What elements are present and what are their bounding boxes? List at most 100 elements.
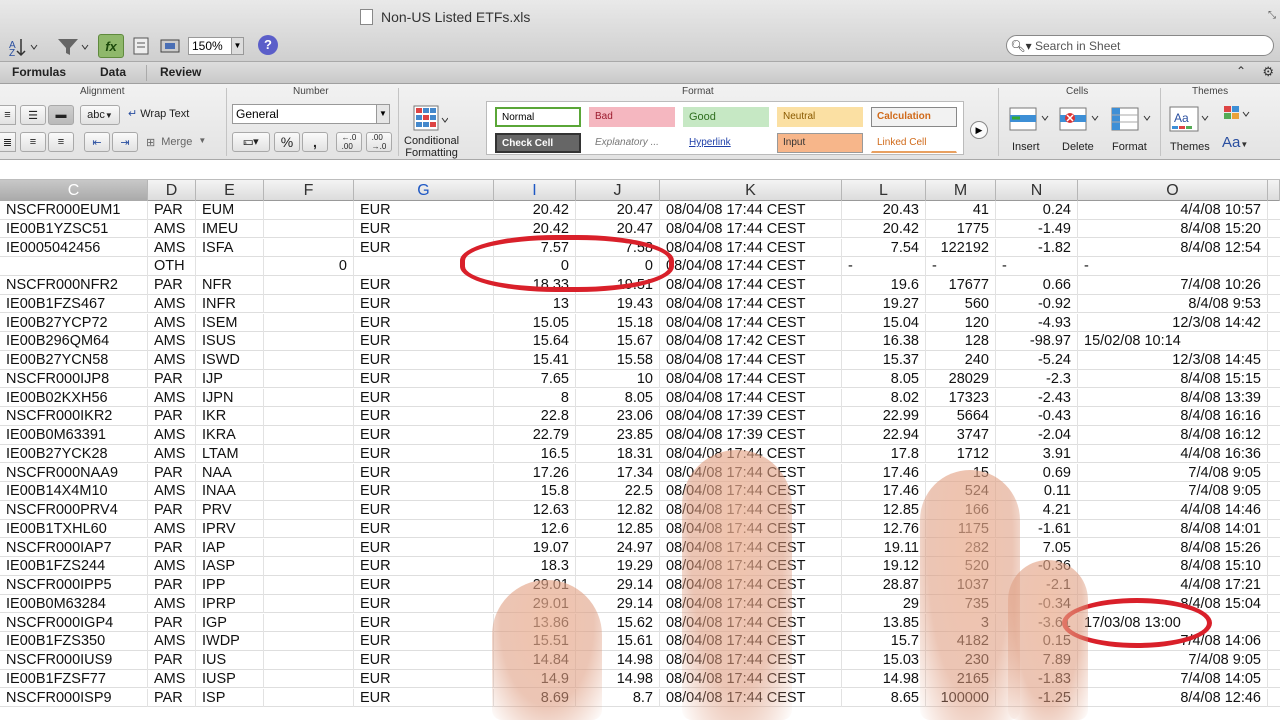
cell-exchange[interactable]: AMS bbox=[148, 313, 196, 333]
cell-change[interactable]: 0.15 bbox=[996, 632, 1078, 651]
cell-bid[interactable]: 13.86 bbox=[494, 613, 576, 633]
cell-exchange[interactable]: AMS bbox=[148, 388, 196, 408]
cell-bid[interactable]: 14.9 bbox=[494, 669, 576, 689]
column-header-i[interactable]: I bbox=[494, 180, 576, 201]
cell-exchange[interactable]: PAR bbox=[148, 369, 196, 389]
cell-isin[interactable]: NSCFR000PRV4 bbox=[0, 501, 148, 520]
comma-style-button[interactable]: , bbox=[302, 132, 328, 152]
cell-currency[interactable]: EUR bbox=[354, 594, 494, 614]
column-header-j[interactable]: J bbox=[576, 180, 660, 201]
tab-data[interactable]: Data bbox=[100, 65, 126, 79]
delete-cells-button[interactable] bbox=[1056, 104, 1100, 134]
cell-volume[interactable]: 560 bbox=[926, 294, 996, 314]
cell-currency[interactable]: EUR bbox=[354, 426, 494, 445]
cell-last-trade[interactable]: 4/4/08 14:46 bbox=[1078, 501, 1268, 520]
cell-change[interactable]: -0.34 bbox=[996, 594, 1078, 614]
cell-currency[interactable]: EUR bbox=[354, 369, 494, 389]
cell-quote-time[interactable]: 08/04/08 17:44 CEST bbox=[660, 669, 842, 689]
cell-last-trade[interactable]: 8/4/08 14:01 bbox=[1078, 519, 1268, 539]
cell-ticker[interactable]: IUS bbox=[196, 651, 264, 670]
cell-bid[interactable]: 29.01 bbox=[494, 576, 576, 595]
cell-isin[interactable]: IE00B0M63284 bbox=[0, 594, 148, 614]
cell-volume[interactable]: 520 bbox=[926, 557, 996, 576]
style-explanatory[interactable]: Explanatory ... bbox=[589, 133, 675, 153]
cell-col-f[interactable] bbox=[264, 538, 354, 558]
cell-bid[interactable]: 19.07 bbox=[494, 538, 576, 558]
cell-isin[interactable]: IE00B1TXHL60 bbox=[0, 519, 148, 539]
cell-volume[interactable]: 122192 bbox=[926, 238, 996, 258]
cell-ticker[interactable]: IJP bbox=[196, 369, 264, 389]
cell-volume[interactable]: 3 bbox=[926, 613, 996, 633]
column-header-k[interactable]: K bbox=[660, 180, 842, 201]
cell-ticker[interactable]: IMEU bbox=[196, 219, 264, 239]
cell-isin[interactable]: NSCFR000IPP5 bbox=[0, 576, 148, 595]
cell-currency[interactable]: EUR bbox=[354, 482, 494, 501]
cell-col-f[interactable] bbox=[264, 632, 354, 651]
cell-bid[interactable]: 8 bbox=[494, 388, 576, 408]
cell-ask[interactable]: 23.06 bbox=[576, 407, 660, 426]
cell-col-f[interactable]: 0 bbox=[264, 257, 354, 276]
cell-change[interactable]: -0.36 bbox=[996, 557, 1078, 576]
cell-volume[interactable]: 3747 bbox=[926, 426, 996, 445]
cell-ticker[interactable]: IUSP bbox=[196, 669, 264, 689]
align-top-button[interactable]: ≡ bbox=[0, 105, 16, 125]
cell-quote-time[interactable]: 08/04/08 17:42 CEST bbox=[660, 332, 842, 351]
sort-button[interactable]: AZ bbox=[2, 34, 46, 58]
cell-ask[interactable]: 0 bbox=[576, 257, 660, 276]
cell-ticker[interactable]: NAA bbox=[196, 463, 264, 483]
cell-quote-time[interactable]: 08/04/08 17:44 CEST bbox=[660, 651, 842, 670]
cell-last[interactable]: 12.85 bbox=[842, 501, 926, 520]
cell-ask[interactable]: 14.98 bbox=[576, 651, 660, 670]
cell-volume[interactable]: 128 bbox=[926, 332, 996, 351]
cell-bid[interactable]: 7.65 bbox=[494, 369, 576, 389]
cell-quote-time[interactable]: 08/04/08 17:44 CEST bbox=[660, 538, 842, 558]
cell-ask[interactable]: 20.47 bbox=[576, 201, 660, 220]
cell-isin[interactable]: IE00B02KXH56 bbox=[0, 388, 148, 408]
cell-isin[interactable]: NSCFR000ISP9 bbox=[0, 688, 148, 708]
cell-col-f[interactable] bbox=[264, 482, 354, 501]
cell-change[interactable]: - bbox=[996, 257, 1078, 276]
cell-bid[interactable]: 15.8 bbox=[494, 482, 576, 501]
cell-currency[interactable]: EUR bbox=[354, 219, 494, 239]
cell-col-f[interactable] bbox=[264, 332, 354, 351]
cell-quote-time[interactable]: 08/04/08 17:44 CEST bbox=[660, 501, 842, 520]
cell-exchange[interactable]: AMS bbox=[148, 669, 196, 689]
cell-exchange[interactable]: PAR bbox=[148, 276, 196, 295]
cell-change[interactable]: -5.24 bbox=[996, 351, 1078, 370]
cell-ask[interactable]: 17.34 bbox=[576, 463, 660, 483]
cell-volume[interactable]: 735 bbox=[926, 594, 996, 614]
cell-quote-time[interactable]: 08/04/08 17:39 CEST bbox=[660, 426, 842, 445]
cell-exchange[interactable]: AMS bbox=[148, 426, 196, 445]
cell-ask[interactable]: 7.58 bbox=[576, 238, 660, 258]
cell-currency[interactable]: EUR bbox=[354, 313, 494, 333]
cell-quote-time[interactable]: 08/04/08 17:44 CEST bbox=[660, 444, 842, 464]
cell-last[interactable]: 8.65 bbox=[842, 688, 926, 708]
cell-ask[interactable]: 10 bbox=[576, 369, 660, 389]
cell-quote-time[interactable]: 08/04/08 17:44 CEST bbox=[660, 388, 842, 408]
style-linked-cell[interactable]: Linked Cell bbox=[871, 133, 957, 153]
cell-exchange[interactable]: PAR bbox=[148, 538, 196, 558]
cell-quote-time[interactable]: 08/04/08 17:44 CEST bbox=[660, 369, 842, 389]
cell-col-f[interactable] bbox=[264, 407, 354, 426]
cell-last-trade[interactable]: 8/4/08 16:12 bbox=[1078, 426, 1268, 445]
cell-change[interactable]: 0.66 bbox=[996, 276, 1078, 295]
cell-last-trade[interactable]: 17/03/08 13:00 bbox=[1078, 613, 1268, 633]
cell-isin[interactable]: IE00B1YZSC51 bbox=[0, 219, 148, 239]
cell-bid[interactable]: 8.69 bbox=[494, 688, 576, 708]
cell-change[interactable]: -1.83 bbox=[996, 669, 1078, 689]
cell-ticker[interactable]: INFR bbox=[196, 294, 264, 314]
cell-change[interactable]: -2.1 bbox=[996, 576, 1078, 595]
search-field[interactable]: 🔍︎▾ bbox=[1006, 35, 1274, 56]
cell-quote-time[interactable]: 08/04/08 17:44 CEST bbox=[660, 294, 842, 314]
cell-ask[interactable]: 12.82 bbox=[576, 501, 660, 520]
cell-last[interactable]: 19.6 bbox=[842, 276, 926, 295]
cell-bid[interactable]: 18.33 bbox=[494, 276, 576, 295]
cell-bid[interactable]: 22.79 bbox=[494, 426, 576, 445]
cell-last[interactable]: 15.04 bbox=[842, 313, 926, 333]
cell-currency[interactable]: EUR bbox=[354, 651, 494, 670]
cell-col-f[interactable] bbox=[264, 238, 354, 258]
cell-volume[interactable]: 17323 bbox=[926, 388, 996, 408]
cell-volume[interactable]: 100000 bbox=[926, 688, 996, 708]
cell-isin[interactable]: NSCFR000EUM1 bbox=[0, 201, 148, 220]
styles-more-button[interactable]: ▶ bbox=[970, 121, 988, 139]
